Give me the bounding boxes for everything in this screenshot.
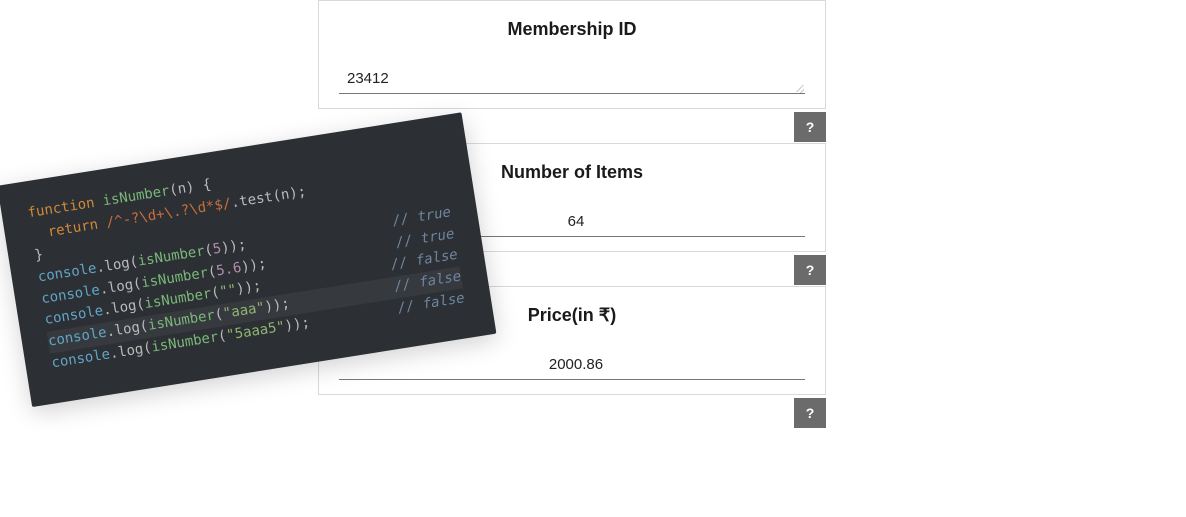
help-button[interactable]: ? bbox=[794, 255, 826, 285]
price-input[interactable] bbox=[347, 356, 805, 373]
help-button[interactable]: ? bbox=[794, 112, 826, 142]
resize-grip-icon[interactable] bbox=[795, 82, 805, 92]
help-button[interactable]: ? bbox=[794, 398, 826, 428]
field-row-price bbox=[339, 354, 805, 380]
card-title: Membership ID bbox=[339, 19, 805, 40]
card-membership-id: Membership ID ? bbox=[318, 0, 826, 109]
membership-id-input[interactable] bbox=[347, 70, 805, 87]
field-row-membership-id bbox=[339, 68, 805, 94]
